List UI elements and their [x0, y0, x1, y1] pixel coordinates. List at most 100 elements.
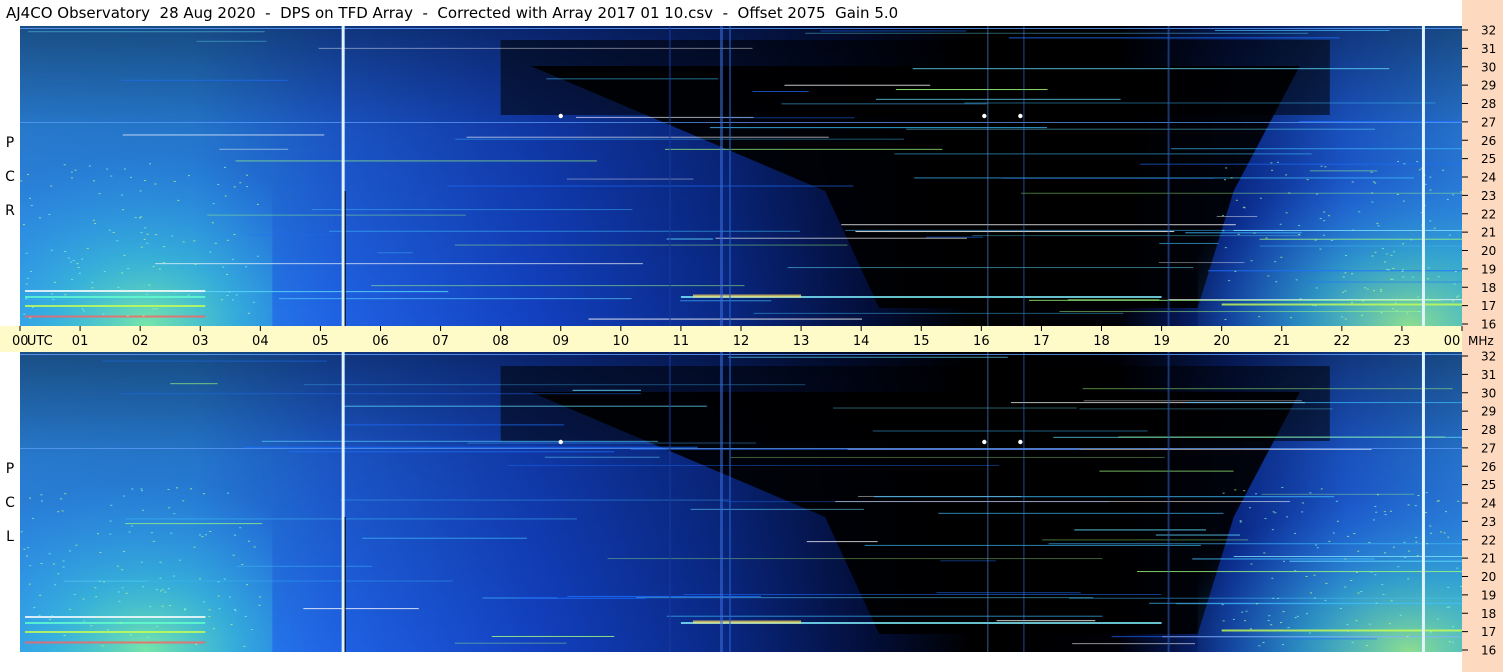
noise-speckle: [1456, 567, 1459, 569]
interference-line: [875, 98, 1121, 100]
interference-line: [841, 224, 1236, 226]
noise-speckle: [1424, 511, 1427, 513]
y-tick-label: 25: [1481, 478, 1496, 492]
time-marker-shadow: [344, 517, 346, 652]
y-tick-label: 26: [1481, 460, 1496, 474]
x-tick-label: 22: [1334, 334, 1351, 349]
interference-line: [895, 89, 1048, 91]
noise-speckle: [27, 547, 30, 549]
interference-line: [730, 456, 1165, 458]
y-tick-label: 30: [1481, 60, 1496, 74]
y-tick-label: 18: [1481, 281, 1496, 295]
noise-speckle: [220, 299, 223, 301]
noise-speckle: [222, 266, 225, 268]
noise-speckle: [40, 494, 43, 496]
noise-speckle: [171, 235, 174, 237]
noise-speckle: [1385, 253, 1388, 255]
interference-line: [833, 407, 1077, 409]
interference-line: [155, 263, 643, 265]
noise-speckle: [1241, 611, 1244, 613]
interference-line: [1140, 163, 1462, 165]
noise-speckle: [1224, 318, 1227, 320]
interference-line: [683, 594, 1162, 596]
strong-signal-band: [1221, 303, 1462, 306]
interference-line: [546, 78, 719, 80]
interference-line: [243, 446, 698, 448]
interference-line: [820, 30, 967, 32]
noise-speckle: [1309, 592, 1312, 594]
interference-line: [964, 102, 1436, 104]
noise-speckle: [1319, 217, 1322, 219]
noise-speckle: [1258, 316, 1261, 318]
interference-line: [125, 518, 577, 520]
noise-speckle: [1402, 276, 1405, 278]
interference-line: [318, 47, 753, 49]
noise-speckle: [77, 266, 80, 268]
interference-line: [278, 298, 632, 300]
noise-speckle: [217, 595, 220, 597]
interference-line: [1289, 560, 1462, 562]
noise-speckle: [1454, 270, 1457, 272]
x-tick-label: 15: [913, 334, 930, 349]
interference-line: [235, 160, 597, 162]
noise-speckle: [228, 596, 231, 598]
noise-speckle: [29, 497, 32, 499]
noise-speckle: [1447, 586, 1450, 588]
noise-speckle: [161, 605, 164, 607]
noise-speckle: [1399, 614, 1402, 616]
interference-line: [566, 178, 694, 180]
vertical-noise-streak: [728, 352, 731, 652]
noise-speckle: [239, 527, 242, 529]
interference-line: [507, 464, 1000, 466]
rcp-spectrogram: [20, 26, 1464, 326]
noise-speckle: [1427, 267, 1430, 269]
noise-speckle: [1346, 623, 1349, 625]
noise-speckle: [1319, 248, 1322, 250]
noise-speckle: [23, 548, 26, 550]
interference-line: [377, 252, 413, 254]
noise-speckle: [1342, 276, 1345, 278]
noise-speckle: [123, 254, 126, 256]
noise-speckle: [1249, 628, 1252, 630]
noise-speckle: [208, 616, 211, 618]
noise-speckle: [98, 580, 101, 582]
noise-speckle: [1437, 500, 1440, 502]
noise-speckle: [259, 596, 262, 598]
noise-speckle: [227, 492, 230, 494]
noise-speckle: [1393, 251, 1396, 253]
interference-line: [709, 127, 1048, 129]
noise-speckle: [64, 294, 67, 296]
noise-speckle: [82, 598, 85, 600]
noise-speckle: [152, 266, 155, 268]
interference-line: [1192, 558, 1375, 560]
noise-speckle: [70, 177, 73, 179]
noise-speckle: [1453, 283, 1456, 285]
noise-speckle: [1433, 227, 1436, 229]
noise-speckle: [226, 295, 229, 297]
interference-line: [996, 620, 1096, 622]
vertical-noise-streak: [719, 352, 723, 652]
x-tick-label: 19: [1153, 334, 1170, 349]
interference-line: [874, 496, 1335, 498]
noise-speckle: [64, 493, 67, 495]
interference-line: [567, 595, 761, 597]
interference-line: [516, 597, 646, 599]
noise-speckle: [64, 250, 67, 252]
noise-speckle: [1380, 312, 1383, 314]
noise-speckle: [119, 622, 122, 624]
x-tick-label: 14: [853, 334, 870, 349]
noise-speckle: [1298, 224, 1301, 226]
noise-speckle: [1443, 532, 1446, 534]
y-tick-label: 31: [1481, 368, 1496, 382]
noise-speckle: [1320, 488, 1323, 490]
time-marker-line: [1421, 26, 1425, 326]
interference-line: [21, 298, 118, 300]
noise-speckle: [1271, 169, 1274, 171]
noise-speckle: [152, 308, 155, 310]
noise-speckle: [40, 562, 43, 564]
night-absorption-top: [500, 366, 1330, 441]
interference-line: [236, 565, 372, 567]
noise-speckle: [194, 263, 197, 265]
noise-speckle: [248, 540, 251, 542]
noise-speckle: [1296, 615, 1299, 617]
